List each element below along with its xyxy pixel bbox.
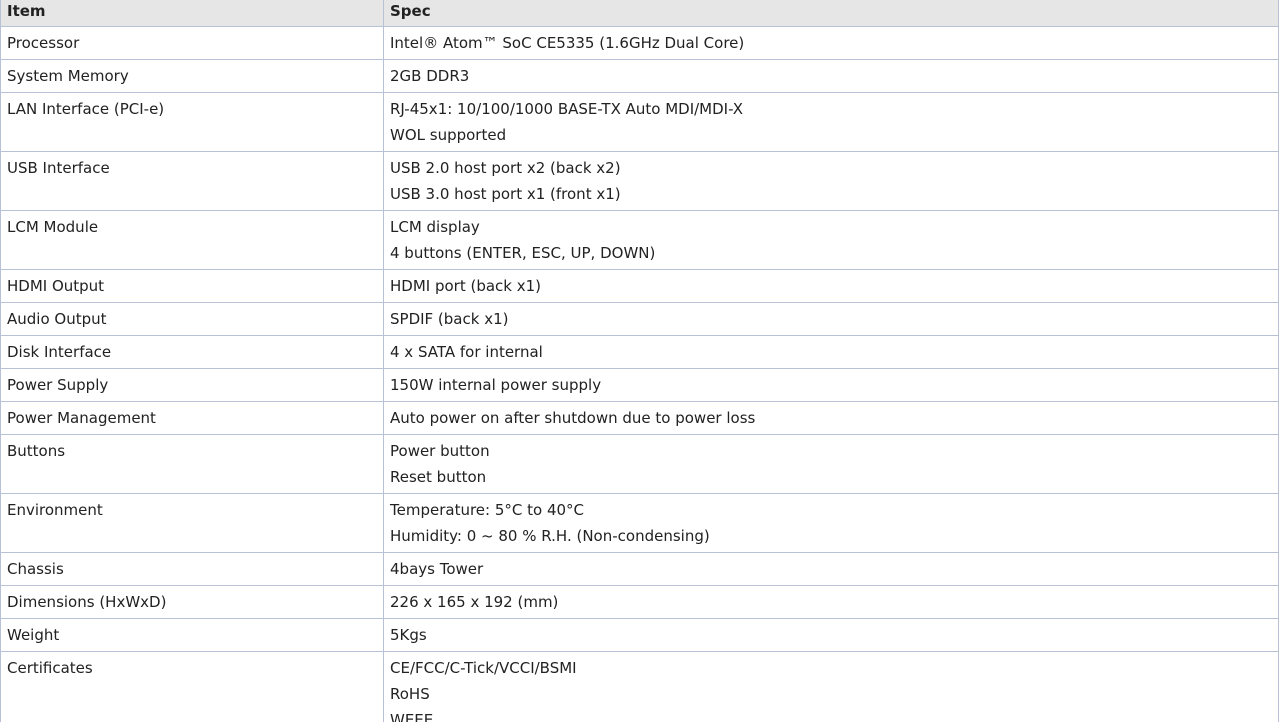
spec-page: Item Spec Processor Intel® Atom™ SoC CE53… [0,0,1280,722]
header-item: Item [0,0,384,27]
spec-line: LCM display [390,218,480,236]
table-row: Power Supply 150W internal power supply [0,368,1279,402]
spec-line: WOL supported [390,126,507,144]
item-cell: Chassis [0,552,384,586]
spec-line: Intel® Atom™ SoC CE5335 (1.6GHz Dual Cor… [390,34,745,52]
table-row: Environment Temperature: 5°C to 40°C Humid… [0,493,1279,553]
spec-line: 226 x 165 x 192 (mm) [390,593,559,611]
spec-line: HDMI port (back x1) [390,277,542,295]
spec-table: Item Spec Processor Intel® Atom™ SoC CE53… [0,0,1279,722]
spec-line: Power button [390,442,490,460]
item-cell: Processor [0,26,384,60]
table-row: Weight 5Kgs [0,618,1279,652]
spec-line: CE/FCC/C-Tick/VCCI/BSMI [390,659,577,677]
spec-cell: Intel® Atom™ SoC CE5335 (1.6GHz Dual Cor… [383,26,1279,60]
item-cell: Dimensions (HxWxD) [0,585,384,619]
spec-line: 5Kgs [390,626,427,644]
spec-line: Auto power on after shutdown due to powe… [390,409,756,427]
item-cell: Certificates [0,651,384,722]
spec-line: RJ-45x1: 10/100/1000 BASE-TX Auto MDI/MD… [390,100,744,118]
spec-cell: HDMI port (back x1) [383,269,1279,303]
spec-line: 4 x SATA for internal [390,343,543,361]
table-row: HDMI Output HDMI port (back x1) [0,269,1279,303]
table-row: Buttons Power button Reset button [0,434,1279,494]
table-row: Certificates CE/FCC/C-Tick/VCCI/BSMI RoHS W… [0,651,1279,722]
spec-cell: 4bays Tower [383,552,1279,586]
spec-line: 4 buttons (ENTER, ESC, UP, DOWN) [390,244,656,262]
item-cell: USB Interface [0,151,384,211]
spec-cell: LCM display 4 buttons (ENTER, ESC, UP, DO… [383,210,1279,270]
spec-line: USB 3.0 host port x1 (front x1) [390,185,621,203]
item-cell: Buttons [0,434,384,494]
spec-cell: SPDIF (back x1) [383,302,1279,336]
item-cell: Audio Output [0,302,384,336]
spec-line: Temperature: 5°C to 40°C [390,501,585,519]
item-cell: LCM Module [0,210,384,270]
spec-line: 150W internal power supply [390,376,602,394]
spec-cell: RJ-45x1: 10/100/1000 BASE-TX Auto MDI/MD… [383,92,1279,152]
spec-cell: Power button Reset button [383,434,1279,494]
spec-cell: CE/FCC/C-Tick/VCCI/BSMI RoHS WEEE [383,651,1279,722]
item-cell: System Memory [0,59,384,93]
spec-cell: Temperature: 5°C to 40°C Humidity: 0 ~ 80… [383,493,1279,553]
table-row: Power Management Auto power on after shut… [0,401,1279,435]
item-cell: HDMI Output [0,269,384,303]
table-row: Processor Intel® Atom™ SoC CE5335 (1.6GHz… [0,26,1279,60]
item-cell: Power Management [0,401,384,435]
spec-line: WEEE [390,711,434,722]
table-row: System Memory 2GB DDR3 [0,59,1279,93]
item-cell: Environment [0,493,384,553]
item-cell: Power Supply [0,368,384,402]
spec-cell: 4 x SATA for internal [383,335,1279,369]
table-row: Disk Interface 4 x SATA for internal [0,335,1279,369]
table-row: USB Interface USB 2.0 host port x2 (back … [0,151,1279,211]
table-row: Dimensions (HxWxD) 226 x 165 x 192 (mm) [0,585,1279,619]
spec-line: 4bays Tower [390,560,484,578]
spec-cell: 5Kgs [383,618,1279,652]
table-row: Chassis 4bays Tower [0,552,1279,586]
table-row: Audio Output SPDIF (back x1) [0,302,1279,336]
header-spec: Spec [383,0,1279,27]
table-row: LAN Interface (PCI-e) RJ-45x1: 10/100/100… [0,92,1279,152]
spec-cell: 150W internal power supply [383,368,1279,402]
item-cell: LAN Interface (PCI-e) [0,92,384,152]
spec-cell: 2GB DDR3 [383,59,1279,93]
spec-cell: 226 x 165 x 192 (mm) [383,585,1279,619]
spec-line: RoHS [390,685,430,703]
spec-line: USB 2.0 host port x2 (back x2) [390,159,621,177]
spec-cell: USB 2.0 host port x2 (back x2) USB 3.0 ho… [383,151,1279,211]
spec-line: Reset button [390,468,487,486]
spec-line: SPDIF (back x1) [390,310,509,328]
item-cell: Weight [0,618,384,652]
spec-line: 2GB DDR3 [390,67,470,85]
header-row: Item Spec [0,0,1279,27]
table-row: LCM Module LCM display 4 buttons (ENTER, E… [0,210,1279,270]
spec-cell: Auto power on after shutdown due to powe… [383,401,1279,435]
item-cell: Disk Interface [0,335,384,369]
spec-line: Humidity: 0 ~ 80 % R.H. (Non-condensing) [390,527,710,545]
table-body: Processor Intel® Atom™ SoC CE5335 (1.6GHz… [0,26,1279,722]
